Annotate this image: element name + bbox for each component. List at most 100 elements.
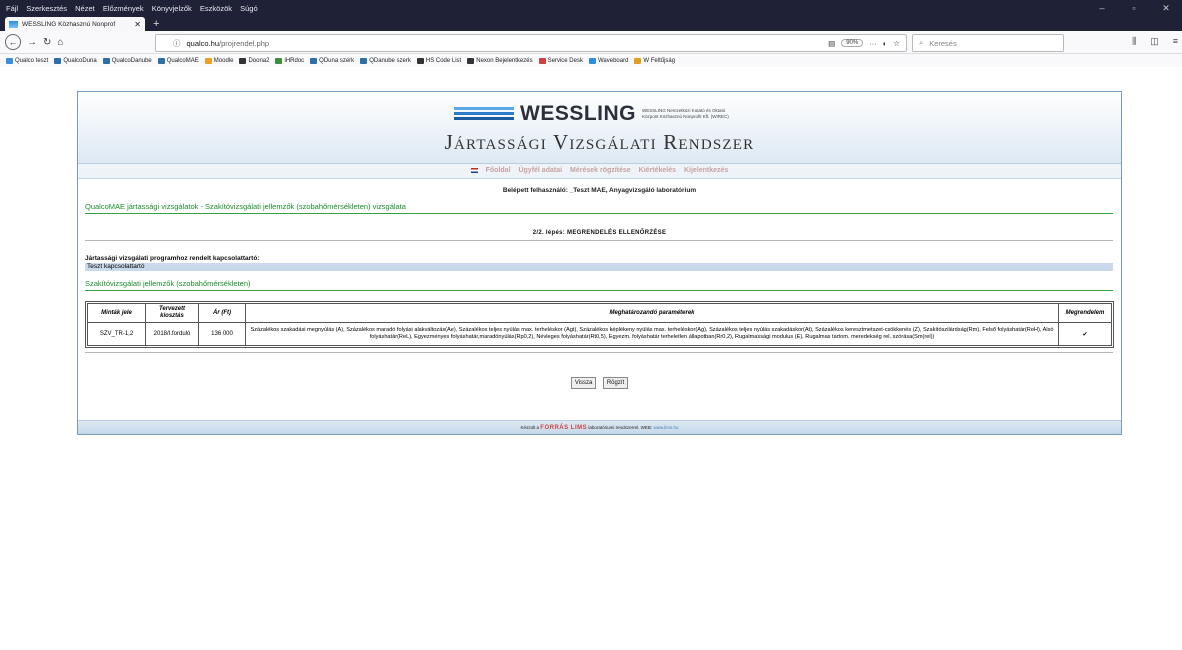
bookmark-favicon-icon: [157, 57, 165, 64]
back-button[interactable]: Vissza: [570, 377, 597, 389]
back-icon[interactable]: ←: [5, 34, 21, 50]
close-window-icon[interactable]: ✕: [1150, 0, 1182, 17]
page-actions-icon[interactable]: ···: [869, 39, 877, 48]
uk-flag-icon[interactable]: [470, 167, 478, 173]
nav-measurements[interactable]: Mérések rögzítése: [570, 167, 631, 174]
window-controls: – ▫ ✕: [1086, 0, 1182, 17]
menu-file[interactable]: Fájl: [6, 4, 18, 13]
tab-close-icon[interactable]: ✕: [134, 20, 141, 29]
bookmark-item[interactable]: Moodle: [204, 57, 233, 64]
minimize-icon[interactable]: –: [1086, 0, 1118, 17]
bookmark-item[interactable]: W Feltűjság: [634, 57, 676, 64]
bookmark-item[interactable]: Service Desk: [538, 57, 583, 64]
bookmark-label: Service Desk: [547, 57, 583, 64]
table-row: SZV_TR-1,2 2018/I.forduló 136 000 Százal…: [87, 322, 1112, 346]
logged-in-user: Belépett felhasználó: _Teszt MAE, Anyagv…: [502, 187, 697, 194]
menu-tools[interactable]: Eszközök: [200, 4, 232, 13]
bookmark-item[interactable]: Nexon Bejelentkezés: [467, 57, 533, 64]
sidebar-icon[interactable]: ◫: [1150, 36, 1159, 47]
bookmark-favicon-icon: [588, 57, 596, 64]
wessling-logo: WESSLING WESSLING Nemzetközi Kutató és O…: [454, 102, 729, 126]
order-table: Minták jele Tervezett kiosztás Ár (Ft) M…: [87, 303, 1112, 346]
order-table-frame: Minták jele Tervezett kiosztás Ár (Ft) M…: [85, 301, 1114, 348]
zoom-level[interactable]: 90%: [841, 39, 864, 47]
nav-logout[interactable]: Kijelentkezés: [684, 167, 728, 174]
contact-value: Teszt kapcsolattartó: [85, 263, 1113, 271]
col-header-price: Ár (Ft): [198, 303, 246, 323]
bookmark-favicon-icon: [416, 57, 424, 64]
tab-active[interactable]: WESSLING Közhasznú Nonprof ✕: [5, 17, 145, 31]
menu-bar: Fájl Szerkesztés Nézet Előzmények Könyvj…: [0, 4, 258, 13]
divider: [85, 240, 1113, 241]
home-icon[interactable]: ⌂: [57, 37, 63, 48]
bookmark-favicon-icon: [275, 57, 283, 64]
url-host: qualco.hu: [186, 38, 220, 48]
divider: [85, 213, 1113, 214]
bookmark-item[interactable]: QDanube szerk: [360, 57, 411, 64]
search-input[interactable]: ⌕ Keresés: [912, 34, 1064, 52]
bookmark-label: HS Code List: [425, 57, 462, 64]
bookmark-item[interactable]: Waveboard: [588, 57, 629, 64]
wave-logo-icon: [454, 107, 514, 121]
cell-price: 136 000: [198, 322, 246, 346]
menu-bookmarks[interactable]: Könyvjelzők: [152, 4, 192, 13]
hamburger-menu-icon[interactable]: ≡: [1173, 36, 1178, 47]
new-tab-icon[interactable]: +: [153, 17, 159, 31]
site-info-icon[interactable]: ⓘ: [173, 38, 181, 49]
divider: [85, 352, 1113, 353]
bookmark-label: Waveboard: [597, 57, 629, 64]
bookmark-item[interactable]: Doona2: [239, 57, 270, 64]
bookmark-item[interactable]: Qualco teszt: [6, 57, 48, 64]
save-button[interactable]: Rögzít: [602, 377, 629, 389]
menu-edit[interactable]: Szerkesztés: [26, 4, 67, 13]
window-titlebar: Fájl Szerkesztés Nézet Előzmények Könyvj…: [0, 0, 1182, 17]
contact-label: Jártassági vizsgálati programhoz rendelt…: [85, 255, 260, 262]
search-placeholder: Keresés: [929, 38, 957, 48]
bookmark-favicon-icon: [310, 57, 318, 64]
main-navigation: Főoldal Ügyfél adatai Mérések rögzítése …: [78, 164, 1121, 179]
nav-evaluation[interactable]: Kiértékelés: [639, 167, 676, 174]
search-icon: ⌕: [919, 38, 924, 47]
brand-subtitle-2: Központ Közhasznú Nonprofit Kft. (WIREC): [642, 114, 729, 119]
bookmark-item[interactable]: QualcoDanube: [102, 57, 152, 64]
cell-sample: SZV_TR-1,2: [87, 322, 146, 346]
address-bar[interactable]: ⓘ qualco.hu/projrendel.php ▤ 90% ··· ◐ ☆: [155, 34, 907, 52]
menu-help[interactable]: Súgó: [240, 4, 258, 13]
bookmark-item[interactable]: iHRdoc: [275, 57, 305, 64]
cell-schedule: 2018/I.forduló: [145, 322, 199, 346]
bookmark-label: W Feltűjság: [643, 57, 676, 64]
step-indicator: 2/2. lépés: MEGRENDELÉS ELLENŐRZÉSE: [532, 230, 667, 236]
bookmark-favicon-icon: [360, 57, 368, 64]
footer-link[interactable]: www.lims.hu: [653, 425, 678, 430]
bookmark-label: Nexon Bejelentkezés: [476, 57, 533, 64]
pocket-icon[interactable]: ◐: [883, 39, 888, 48]
bookmark-favicon-icon: [102, 57, 110, 64]
menu-view[interactable]: Nézet: [75, 4, 95, 13]
library-icon[interactable]: ⫼: [1132, 36, 1136, 47]
menu-history[interactable]: Előzmények: [103, 4, 144, 13]
bookmark-favicon-icon: [467, 57, 475, 64]
tab-favicon-icon: [9, 20, 18, 28]
application-frame: WESSLING WESSLING Nemzetközi Kutató és O…: [77, 91, 1122, 435]
form-buttons: Vissza Rögzít: [78, 371, 1121, 389]
bookmark-label: QualcoMAE: [166, 57, 199, 64]
bookmark-favicon-icon: [634, 57, 642, 64]
reader-view-icon[interactable]: ▤: [828, 39, 835, 48]
bookmark-label: iHRdoc: [284, 57, 305, 64]
nav-home[interactable]: Főoldal: [486, 167, 511, 174]
reload-icon[interactable]: ↻: [43, 37, 51, 48]
bookmark-item[interactable]: QDuna szerk: [310, 57, 355, 64]
col-header-sample: Minták jele: [87, 303, 146, 323]
bookmark-favicon-icon: [538, 57, 546, 64]
bookmark-item[interactable]: HS Code List: [416, 57, 462, 64]
nav-client-data[interactable]: Ügyfél adatai: [518, 167, 562, 174]
bookmark-star-icon[interactable]: ☆: [893, 39, 900, 48]
navigation-toolbar: ← → ↻ ⌂ ⓘ qualco.hu/projrendel.php ▤ 90%…: [0, 31, 1182, 54]
bookmark-label: QDuna szerk: [319, 57, 355, 64]
bookmark-item[interactable]: QualcoMAE: [157, 57, 199, 64]
bookmark-label: Doona2: [248, 57, 270, 64]
maximize-icon[interactable]: ▫: [1118, 0, 1150, 17]
forward-icon[interactable]: →: [27, 37, 37, 48]
bookmark-item[interactable]: QualcoDuna: [54, 57, 97, 64]
system-name: Jártassági Vizsgálati Rendszer: [444, 130, 755, 154]
